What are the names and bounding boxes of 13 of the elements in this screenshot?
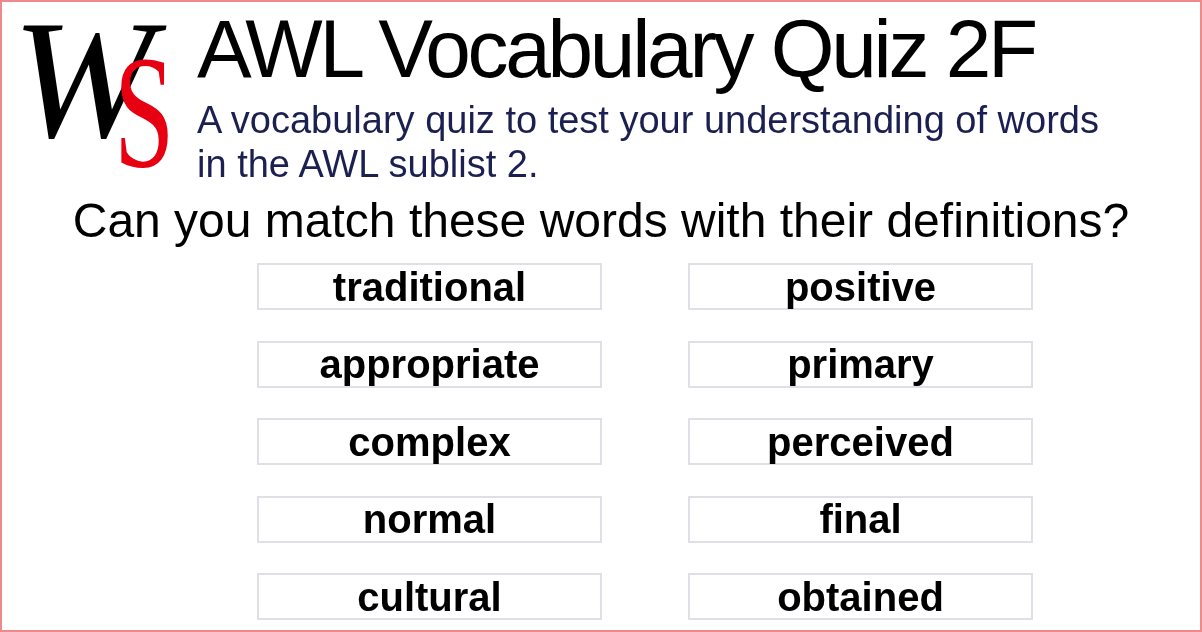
quiz-title: AWL Vocabulary Quiz 2F	[197, 2, 1035, 96]
word-tile[interactable]: traditional	[257, 263, 602, 310]
word-tile[interactable]: positive	[688, 263, 1033, 310]
question-text: Can you match these words with their definitions?	[72, 194, 1130, 248]
word-tile[interactable]: complex	[257, 418, 602, 465]
word-tile[interactable]: obtained	[688, 573, 1033, 620]
word-tile[interactable]: appropriate	[257, 340, 602, 388]
word-tile[interactable]: perceived	[688, 418, 1033, 465]
word-tile[interactable]: primary	[688, 340, 1033, 388]
word-tile[interactable]: cultural	[257, 573, 602, 620]
word-tile[interactable]: normal	[257, 495, 602, 543]
quiz-description: A vocabulary quiz to test your understanding of words in the AWL sublist 2.	[197, 98, 1100, 186]
word-tile[interactable]: final	[688, 495, 1033, 543]
